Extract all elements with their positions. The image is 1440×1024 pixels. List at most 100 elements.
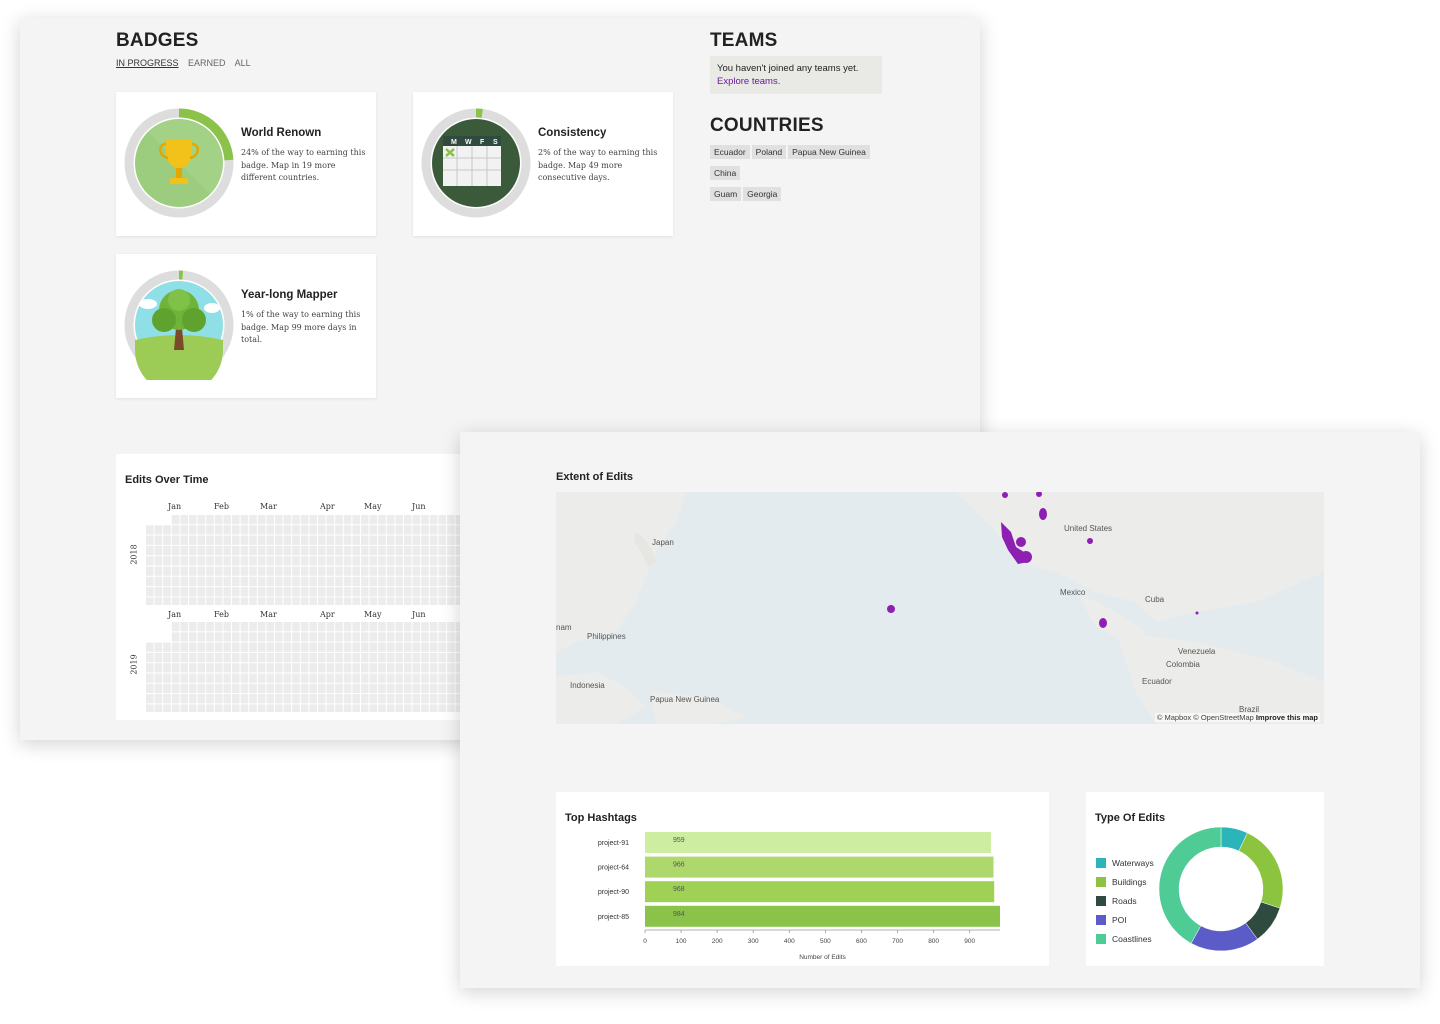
calendar-day-cell [292, 694, 300, 704]
calendar-day-cell [429, 622, 438, 632]
calendar-day-cell [292, 515, 300, 525]
calendar-day-cell [404, 515, 412, 525]
calendar-day-cell [309, 525, 317, 535]
calendar-day-cell [343, 632, 352, 642]
calendar-day-cell [404, 704, 412, 712]
calendar-day-cell [163, 587, 171, 597]
calendar-day-cell [249, 566, 257, 576]
calendar-day-cell [352, 525, 360, 535]
calendar-day-cell [206, 622, 214, 632]
x-tick-label: 600 [856, 938, 867, 945]
calendar-day-cell [429, 515, 438, 525]
calendar-day-cell [421, 683, 429, 694]
map-label: Japan [652, 538, 674, 547]
calendar-day-cell [249, 545, 257, 556]
calendar-day-cell [171, 622, 180, 632]
calendar-day-cell [447, 566, 455, 576]
tab-in-progress[interactable]: IN PROGRESS [116, 58, 179, 68]
calendar-day-cell [189, 642, 197, 652]
calendar-day-cell [438, 622, 446, 632]
calendar-day-cell [240, 704, 249, 712]
calendar-day-cell [412, 515, 421, 525]
calendar-day-cell [412, 673, 421, 683]
calendar-day-cell [171, 694, 180, 704]
calendar-day-cell [240, 576, 249, 587]
calendar-day-cell [283, 566, 292, 576]
badge-progress-ring: M W F S [421, 108, 531, 218]
calendar-day-cell [412, 622, 421, 632]
calendar-day-cell [309, 597, 317, 605]
explore-teams-link[interactable]: Explore teams. [717, 75, 882, 88]
calendar-day-cell [249, 642, 257, 652]
calendar-day-cell [163, 535, 171, 545]
calendar-day-cell [266, 642, 274, 652]
calendar-day-cell [386, 704, 395, 712]
calendar-day-cell [309, 515, 317, 525]
x-tick-label: 400 [784, 938, 795, 945]
calendar-day-cell [275, 545, 283, 556]
calendar-day-cell [318, 515, 326, 525]
calendar-day-cell [369, 632, 378, 642]
calendar-day-cell [163, 597, 171, 605]
calendar-day-cell [318, 632, 326, 642]
calendar-day-cell [154, 525, 163, 535]
calendar-day-cell [369, 515, 378, 525]
calendar-day-cell [283, 587, 292, 597]
tab-earned[interactable]: EARNED [188, 58, 226, 68]
calendar-day-cell [309, 642, 317, 652]
calendar-day-cell [318, 704, 326, 712]
hashtag-value-label: 968 [673, 886, 685, 893]
improve-map-link[interactable]: Improve this map [1256, 713, 1318, 722]
calendar-day-cell [404, 556, 412, 566]
calendar-day-cell [223, 704, 231, 712]
calendar-day-cell [206, 545, 214, 556]
calendar-day-cell [300, 515, 309, 525]
calendar-day-cell [318, 683, 326, 694]
calendar-day-cell [232, 525, 240, 535]
calendar-day-cell [275, 652, 283, 663]
calendar-day-cell [206, 587, 214, 597]
calendar-day-cell [378, 566, 386, 576]
calendar-day-cell [318, 535, 326, 545]
calendar-day-cell [240, 683, 249, 694]
badge-description: 24% of the way to earning this badge. Ma… [241, 148, 366, 182]
calendar-day-cell [283, 632, 292, 642]
calendar-day-cell [447, 587, 455, 597]
calendar-day-cell [240, 622, 249, 632]
calendar-day-cell [404, 663, 412, 673]
calendar-day-cell [257, 597, 266, 605]
x-axis-label: Number of Edits [799, 954, 846, 961]
calendar-day-label: S [493, 139, 498, 146]
calendar-day-cell [171, 663, 180, 673]
tab-all[interactable]: ALL [235, 58, 251, 68]
calendar-day-cell [326, 525, 335, 535]
badge-card-year-long-mapper[interactable]: Year-long Mapper 1% of the way to earnin… [116, 254, 376, 398]
badge-card-consistency[interactable]: M W F S Consistency 2% of the way to ear… [413, 92, 673, 236]
calendar-day-cell [395, 556, 403, 566]
calendar-day-cell [189, 683, 197, 694]
badge-filter-tabs: IN PROGRESS EARNED ALL [116, 58, 258, 68]
calendar-day-cell [257, 587, 266, 597]
calendar-day-cell [335, 622, 343, 632]
calendar-day-cell [309, 587, 317, 597]
calendar-day-cell [232, 683, 240, 694]
calendar-day-cell [343, 694, 352, 704]
extent-map[interactable]: Japan United States Mexico Cuba nam Phil… [556, 492, 1324, 724]
calendar-day-cell [386, 642, 395, 652]
calendar-day-cell [309, 694, 317, 704]
badge-card-world-renown[interactable]: World Renown 24% of the way to earning t… [116, 92, 376, 236]
calendar-day-cell [300, 566, 309, 576]
calendar-day-cell [404, 642, 412, 652]
calendar-day-cell [257, 673, 266, 683]
calendar-day-cell [292, 622, 300, 632]
calendar-day-cell [386, 525, 395, 535]
calendar-day-cell [214, 663, 223, 673]
calendar-day-cell [429, 566, 438, 576]
calendar-day-cell [275, 566, 283, 576]
calendar-day-cell [421, 663, 429, 673]
calendar-day-cell [266, 525, 274, 535]
calendar-day-cell [378, 556, 386, 566]
calendar-day-cell [163, 683, 171, 694]
calendar-day-cell [395, 576, 403, 587]
edits-over-time-card: Edits Over Time Jan Feb Mar Apr May Jun 2018 Ja… [116, 454, 461, 720]
